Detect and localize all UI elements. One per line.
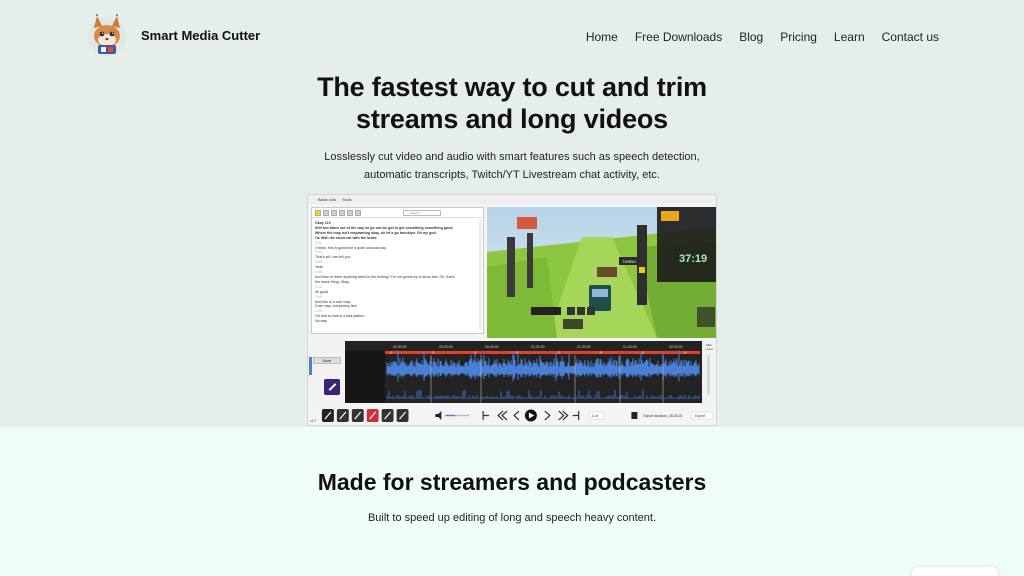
main-nav: Home Free Downloads Blog Pricing Learn C…: [586, 30, 939, 44]
skip-back-icon: [497, 410, 508, 421]
timeline-waveform: 00:00:00 00:20:00 00:40:00 01:00:00 01:20:00…: [345, 341, 702, 403]
speed-value: 1.0x: [592, 414, 599, 418]
hero-subtitle: Losslessly cut video and audio with smar…: [0, 149, 1024, 184]
cut-marker: [389, 351, 393, 354]
nav-learn[interactable]: Learn: [834, 30, 865, 44]
timeline-tick-label: 01:00:00: [531, 345, 545, 349]
lynx-mascot-icon[interactable]: [86, 13, 128, 58]
playback-controls: v0.7 1.0x Export duration: 28:26:20 Export: [308, 405, 716, 425]
video-hud-time: 37:19: [679, 253, 707, 265]
twitch-icon: [324, 379, 340, 395]
step-back-icon: [513, 410, 520, 421]
timeline-tick-label: 00:40:00: [485, 345, 499, 349]
skip-forward-icon: [558, 410, 569, 421]
section-subtitle: Built to speed up editing of long and sp…: [367, 512, 657, 524]
export-duration: Export duration: 28:26:20: [643, 414, 682, 418]
timeline-tick-label: 00:20:00: [439, 345, 453, 349]
toolbar-icon: [347, 209, 353, 216]
hero-title-line-2: streams and long videos: [356, 104, 668, 134]
transcript-search: Search: [403, 209, 441, 216]
timeline-tick-label: 02:00:00: [669, 345, 683, 349]
transcript-toolbar: Search: [312, 208, 483, 218]
nav-home[interactable]: Home: [586, 30, 618, 44]
set-end-icon: [572, 411, 580, 420]
nav-contact-us[interactable]: Contact us: [882, 30, 939, 44]
nav-pricing[interactable]: Pricing: [780, 30, 817, 44]
section-title: Made for streamers and podcasters: [317, 469, 707, 495]
timeline-tick-label: 01:20:00: [577, 345, 591, 349]
transcript-scrollbar: [479, 220, 482, 330]
app-version: v0.7: [310, 419, 317, 423]
app-menubar: Basic cuts Tools: [308, 195, 716, 204]
video-preview: TURBO 37:19: [487, 207, 716, 338]
app-preview-screenshot: Basic cuts Tools Search Okay #10 Still tw…: [307, 194, 717, 426]
hero-title: The fastest way to cut and trim streams …: [0, 71, 1024, 135]
hero-title-line-1: The fastest way to cut and trim: [317, 72, 707, 102]
mode-select: Mode: [313, 357, 341, 364]
cut-marker: [473, 351, 477, 354]
cut-marker: [515, 351, 519, 354]
nav-blog[interactable]: Blog: [739, 30, 763, 44]
export-button-label: Export: [695, 414, 705, 418]
nav-free-downloads[interactable]: Free Downloads: [635, 30, 722, 44]
cut-marker: [431, 351, 435, 354]
volume-icon: [435, 411, 442, 420]
play-icon: [315, 209, 321, 216]
transcript-panel: Search Okay #10 Still two takes out of th…: [311, 207, 484, 334]
app-menu-tools: Tools: [342, 197, 352, 202]
hero-subtitle-line-1: Losslessly cut video and audio with smar…: [324, 151, 700, 163]
level-label: Level: [705, 347, 713, 351]
cut-marker: [641, 351, 645, 354]
features-background: [0, 427, 1024, 576]
floating-widget[interactable]: [912, 567, 998, 576]
step-forward-icon: [544, 410, 551, 421]
hero-subtitle-line-2: automatic transcripts, Twitch/YT Livestr…: [364, 168, 660, 181]
toolbar-icon: [323, 209, 329, 216]
cut-marker: [683, 351, 687, 354]
video-banner: TURBO: [622, 259, 636, 264]
level-meter: Max Level: [702, 341, 716, 403]
toolbar-icon: [339, 209, 345, 216]
timeline: 00:00:00 00:20:00 00:40:00 01:00:00 01:20:00…: [345, 341, 702, 403]
timeline-tick-label: 00:00:00: [393, 345, 407, 349]
cut-marker: [599, 351, 603, 354]
brand-name[interactable]: Smart Media Cutter: [141, 28, 260, 43]
timeline-sidebar: Mode: [309, 341, 344, 403]
transcript-lines: Okay #10 Still two takes out of the way s…: [312, 218, 483, 327]
cut-marker: [557, 351, 561, 354]
set-start-icon: [482, 411, 490, 420]
timeline-tick-label: 01:40:00: [623, 345, 637, 349]
toolbar-icon: [355, 209, 361, 216]
transcript-line: No way: [315, 319, 327, 324]
toolbar-icon: [331, 209, 337, 216]
export-mode-icon: [631, 412, 638, 419]
level-indicator: [309, 357, 312, 375]
app-menu-basic-cuts: Basic cuts: [318, 197, 337, 202]
